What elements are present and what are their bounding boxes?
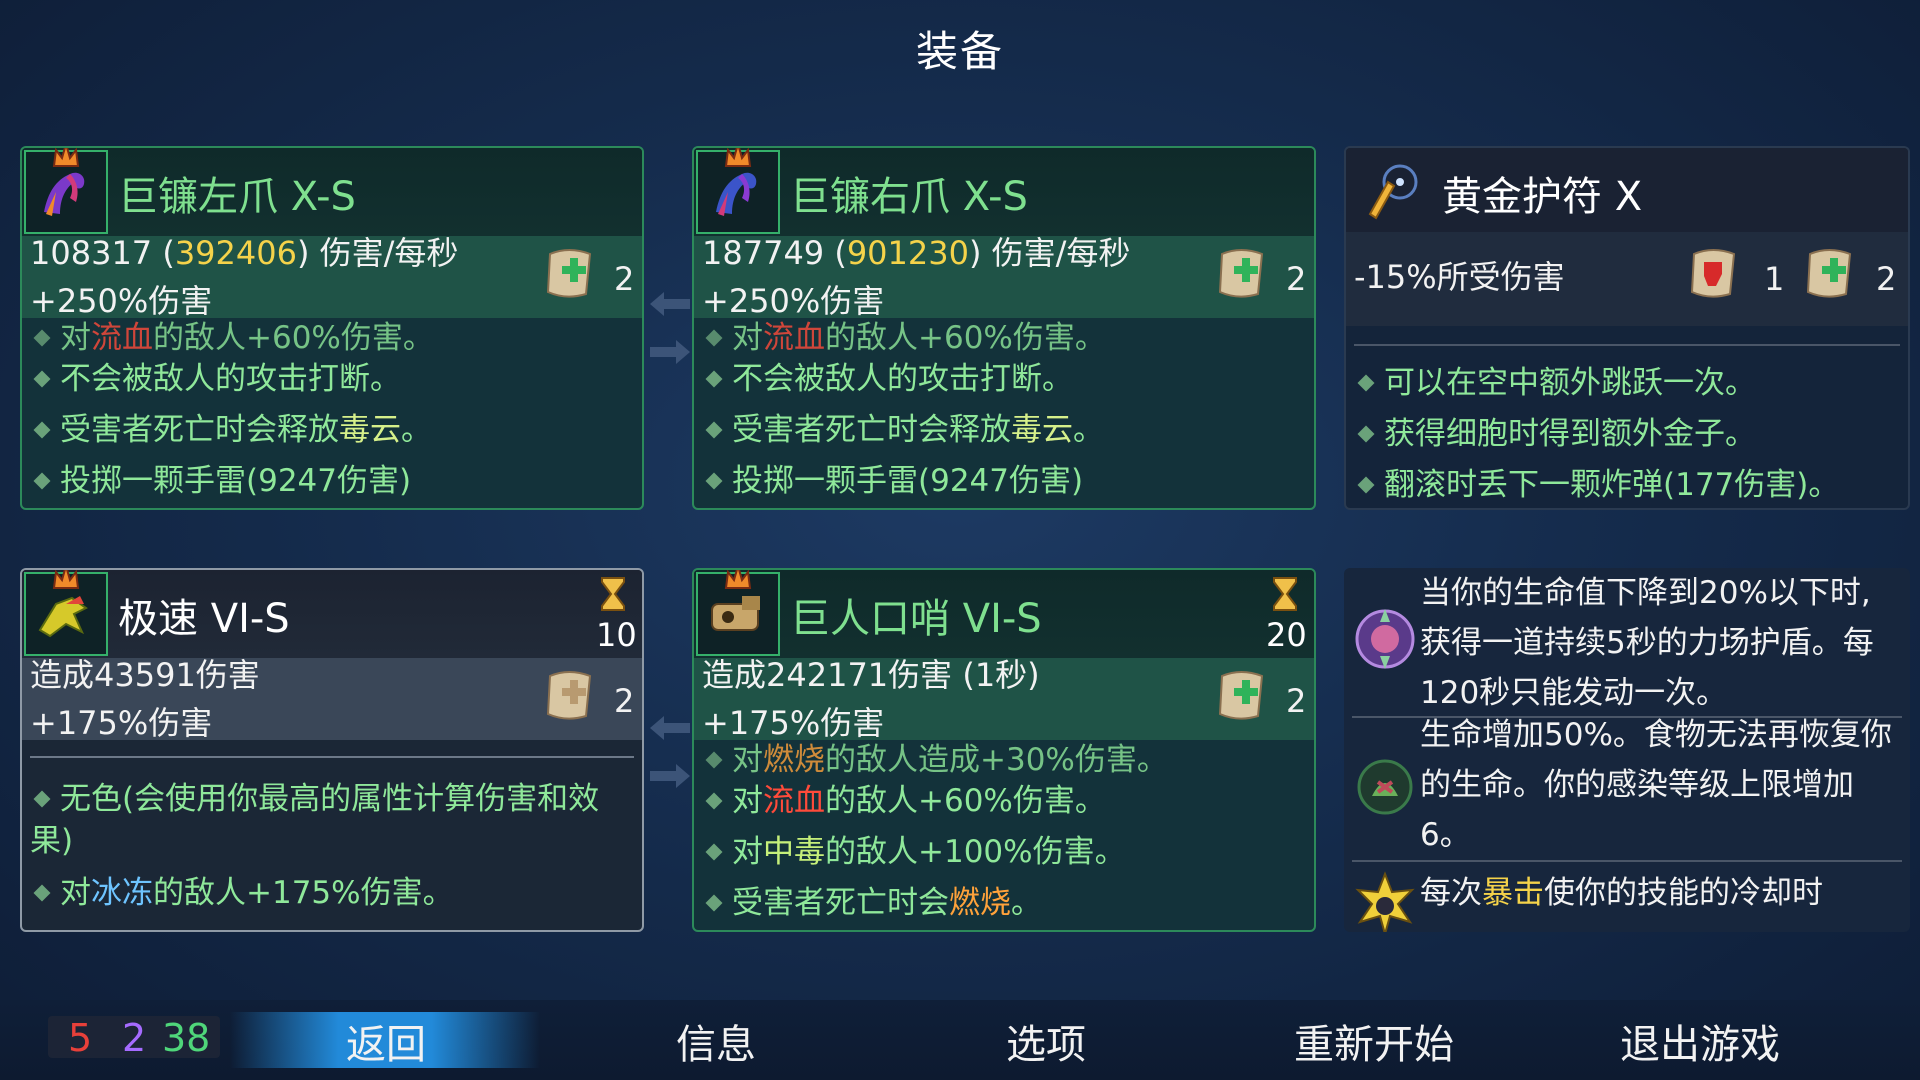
- amulet-card[interactable]: 黄金护符 X -15%所受伤害 1 2 可以在空中额外跳跃一次。 获得细胞时得到…: [1344, 146, 1910, 510]
- cooldown-hourglass-icon: [601, 577, 625, 611]
- tactics-stat: 2: [122, 1016, 147, 1060]
- mutation-item[interactable]: 生命增加50%。食物无法再恢复你的生命。你的感染等级上限增加6。: [1344, 716, 1910, 858]
- mutation-text: 当你的生命值下降到20%以下时,获得一道持续5秒的力场护盾。每120秒只能发动一…: [1420, 575, 1874, 711]
- green-scroll-icon: [1218, 671, 1264, 720]
- feature-cut: 对流血的敌人+60%伤害。: [30, 312, 434, 357]
- red-scroll-icon: [1690, 249, 1736, 298]
- restart-button[interactable]: 重新开始: [1294, 1012, 1454, 1070]
- cooldown-value: 20: [1266, 616, 1307, 654]
- scroll-count: 2: [614, 682, 635, 720]
- feature-item: 对流血的敌人+60%伤害。: [702, 776, 1306, 827]
- survival-stat: 38: [162, 1016, 211, 1060]
- stat-counter: 5 2 38: [48, 1016, 220, 1060]
- amulet-name: 黄金护符 X: [1442, 174, 1643, 220]
- skill-bonus: +175%伤害: [30, 704, 213, 742]
- crown-icon: [52, 148, 80, 167]
- weapon-card-left-claw[interactable]: 巨镰左爪 X-S 108317 (392406) 伤害/每秒 +250%伤害 2…: [20, 146, 644, 510]
- skill-name: 极速 VI-S: [118, 596, 290, 642]
- feature-list: 不会被敌人的攻击打断。 受害者死亡时会释放毒云。 投掷一颗手雷(9247伤害): [702, 354, 1306, 507]
- feature-item: 可以在空中额外跳跃一次。: [1354, 358, 1900, 409]
- feature-item: 不会被敌人的攻击打断。: [30, 354, 634, 405]
- necromancy-icon: [1357, 759, 1413, 815]
- swap-left-arrow-icon[interactable]: [648, 714, 692, 742]
- mutations-panel: 当你的生命值下降到20%以下时,获得一道持续5秒的力场护盾。每120秒只能发动一…: [1344, 568, 1910, 932]
- skill-damage: 造成242171伤害 (1秒): [702, 656, 1040, 694]
- crown-icon: [724, 148, 752, 167]
- scroll-count: 2: [1286, 260, 1307, 298]
- mutation-item[interactable]: 每次暴击使你的技能的冷却时: [1344, 860, 1910, 932]
- feature-item: 对中毒的敌人+100%伤害。: [702, 827, 1306, 878]
- feature-cut: 对燃烧的敌人造成+30%伤害。: [702, 734, 1168, 779]
- options-button[interactable]: 选项: [1006, 1012, 1086, 1070]
- feature-item: 翻滚时丢下一颗炸弹(177伤害)。: [1354, 460, 1900, 508]
- feature-item: 对冰冻的敌人+175%伤害。: [30, 868, 634, 919]
- green-scroll-icon: [1806, 249, 1852, 298]
- crown-icon: [724, 570, 752, 589]
- weapon-name: 巨镰左爪 X-S: [118, 174, 356, 220]
- cooldown-value: 10: [596, 616, 637, 654]
- green-scroll-icon: [1218, 249, 1264, 298]
- mutation-item[interactable]: 当你的生命值下降到20%以下时,获得一道持续5秒的力场护盾。每120秒只能发动一…: [1344, 568, 1910, 716]
- swap-right-arrow-icon[interactable]: [648, 762, 692, 790]
- divider: [1354, 344, 1900, 346]
- mutation-text: 每次暴击使你的技能的冷却时: [1420, 875, 1823, 911]
- quit-game-button[interactable]: 退出游戏: [1620, 1012, 1780, 1070]
- skill-damage: 造成43591伤害: [30, 656, 260, 694]
- skill-name: 巨人口哨 VI-S: [790, 596, 1042, 642]
- red-scroll-count: 1: [1764, 260, 1785, 298]
- feature-item: 受害者死亡时会释放毒云。: [30, 405, 634, 456]
- swap-left-arrow-icon[interactable]: [648, 290, 692, 318]
- skill-card-giant-whistle[interactable]: 巨人口哨 VI-S 20 造成242171伤害 (1秒) +175%伤害 2 对…: [692, 568, 1316, 932]
- scroll-icon: [546, 671, 592, 720]
- feature-item: 无色(会使用你最高的属性计算伤害和效果): [30, 781, 600, 859]
- brutality-stat: 5: [68, 1016, 93, 1060]
- scroll-count: 2: [1286, 682, 1307, 720]
- feature-item: 不会被敌人的攻击打断。: [702, 354, 1306, 405]
- green-scroll-count: 2: [1876, 260, 1897, 298]
- feature-item: 受害者死亡时会释放毒云。: [702, 405, 1306, 456]
- feature-item: 获得细胞时得到额外金子。: [1354, 409, 1900, 460]
- page-title: 装备: [915, 27, 1004, 76]
- feature-item: 投掷一颗手雷(9247伤害): [30, 456, 634, 507]
- force-shield-icon: [1355, 609, 1415, 669]
- amulet-stat: -15%所受伤害: [1354, 258, 1565, 296]
- amulet-icon: [1354, 152, 1430, 228]
- feature-cut: 对流血的敌人+60%伤害。: [702, 312, 1106, 357]
- crit-cooldown-icon: [1355, 871, 1415, 932]
- crown-icon: [52, 570, 80, 589]
- back-button[interactable]: 返回: [346, 1012, 426, 1070]
- info-button[interactable]: 信息: [676, 1012, 756, 1070]
- weapon-card-right-claw[interactable]: 巨镰右爪 X-S 187749 (901230) 伤害/每秒 +250%伤害 2…: [692, 146, 1316, 510]
- feature-list: 无色(会使用你最高的属性计算伤害和效果) 对冰冻的敌人+175%伤害。: [30, 778, 634, 919]
- weapon-dps: 187749 (901230) 伤害/每秒: [702, 234, 1131, 272]
- cooldown-hourglass-icon: [1273, 577, 1297, 611]
- feature-item: 投掷一颗手雷(9247伤害): [702, 456, 1306, 507]
- skill-card-speed[interactable]: 极速 VI-S 10 造成43591伤害 +175%伤害 2 无色(会使用你最高…: [20, 568, 644, 932]
- swap-right-arrow-icon[interactable]: [648, 338, 692, 366]
- feature-list: 对流血的敌人+60%伤害。 对中毒的敌人+100%伤害。 受害者死亡时会燃烧。: [702, 776, 1306, 929]
- scroll-count: 2: [614, 260, 635, 298]
- divider: [30, 756, 634, 758]
- feature-list: 不会被敌人的攻击打断。 受害者死亡时会释放毒云。 投掷一颗手雷(9247伤害): [30, 354, 634, 507]
- weapon-name: 巨镰右爪 X-S: [790, 174, 1028, 220]
- feature-list: 可以在空中额外跳跃一次。 获得细胞时得到额外金子。 翻滚时丢下一颗炸弹(177伤…: [1354, 358, 1900, 508]
- mutation-text: 生命增加50%。食物无法再恢复你的生命。你的感染等级上限增加6。: [1420, 717, 1892, 853]
- feature-item: 受害者死亡时会燃烧。: [702, 878, 1306, 929]
- green-scroll-icon: [546, 249, 592, 298]
- weapon-dps: 108317 (392406) 伤害/每秒: [30, 234, 459, 272]
